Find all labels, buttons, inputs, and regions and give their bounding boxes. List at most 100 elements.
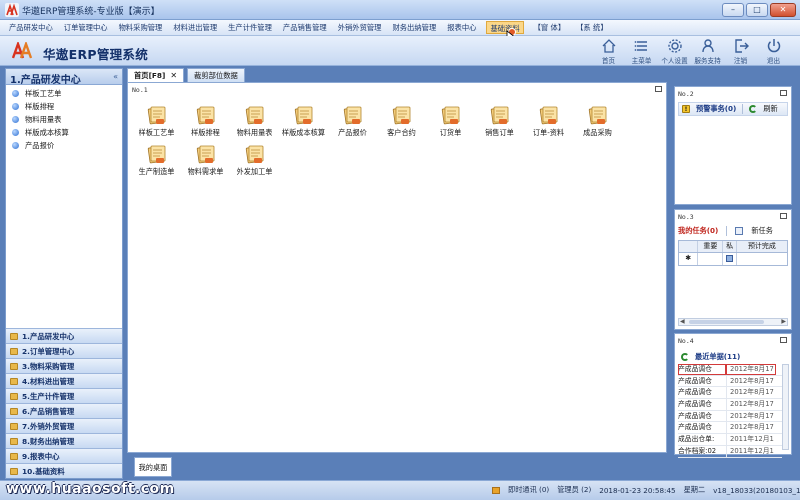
task-cell[interactable] bbox=[737, 253, 787, 265]
menu-item-10[interactable]: 【窗 体】 bbox=[533, 21, 567, 34]
task-col-due[interactable]: 预计完成 bbox=[737, 241, 787, 252]
task-cell[interactable] bbox=[698, 253, 724, 265]
title-bar: 华遨ERP管理系统-专业版【演示】 – □ ✕ bbox=[0, 0, 800, 20]
left-section-3[interactable]: 3.物料采购管理 bbox=[6, 358, 122, 373]
tab-cut-parts[interactable]: 裁剪部位数据 bbox=[187, 68, 245, 82]
menu-item-11[interactable]: 【系 统】 bbox=[575, 21, 609, 34]
task-col-important[interactable]: 重要 bbox=[698, 241, 724, 252]
left-nav-item[interactable]: 样板工艺单 bbox=[6, 87, 122, 100]
minimize-button[interactable]: – bbox=[722, 3, 744, 17]
list-item[interactable]: 产成品调仓 2012年8月17 bbox=[678, 399, 782, 411]
my-tasks-label[interactable]: 我的任务(0) bbox=[678, 226, 718, 236]
desktop-shortcut[interactable]: 订货单 bbox=[426, 105, 475, 138]
list-item[interactable]: 产成品调仓 2012年8月17 bbox=[678, 422, 782, 435]
new-task-icon bbox=[735, 227, 744, 235]
toolbar-button-1[interactable]: 主菜单 bbox=[625, 38, 658, 65]
desktop-shortcut[interactable]: 销售订单 bbox=[475, 105, 524, 138]
recent-docs-label[interactable]: 最近单据(11) bbox=[695, 352, 740, 362]
refresh-button[interactable]: 刷新 bbox=[763, 104, 777, 114]
menu-item-5[interactable]: 产品销售管理 bbox=[282, 21, 328, 34]
menu-item-4[interactable]: 生产计件管理 bbox=[227, 21, 273, 34]
left-section-7[interactable]: 7.外销外贸管理 bbox=[6, 418, 122, 433]
task-col-private[interactable]: 私 bbox=[723, 241, 737, 252]
menu-item-3[interactable]: 材料进出管理 bbox=[172, 21, 218, 34]
list-item[interactable]: 成品出仓单: 2011年12月1 bbox=[678, 434, 782, 446]
new-task-button[interactable]: 新任务 bbox=[751, 226, 773, 236]
left-section-10[interactable]: 10.基础资料 bbox=[6, 463, 122, 478]
left-nav-item[interactable]: 物料用量表 bbox=[6, 113, 122, 126]
toolbar-button-0[interactable]: 首页 bbox=[592, 38, 625, 65]
maximize-button[interactable]: □ bbox=[746, 3, 768, 17]
left-section-5[interactable]: 5.生产计件管理 bbox=[6, 388, 122, 403]
left-section-1[interactable]: 1.产品研发中心 bbox=[6, 328, 122, 343]
scroll-left-icon[interactable]: ◀ bbox=[680, 318, 685, 325]
tab-close-icon[interactable]: ✕ bbox=[170, 69, 177, 82]
document-icon bbox=[294, 105, 314, 125]
instant-message-status[interactable]: 即时通讯 (0) bbox=[508, 485, 549, 495]
list-item[interactable]: 产成品调仓 2012年8月17 bbox=[678, 387, 782, 400]
desktop-shortcut-label: 订货单 bbox=[439, 128, 462, 137]
refresh-icon[interactable] bbox=[681, 353, 689, 361]
menu-item-8[interactable]: 报表中心 bbox=[446, 21, 477, 34]
task-cell[interactable] bbox=[723, 253, 737, 265]
menu-item-0[interactable]: 产品研发中心 bbox=[8, 21, 54, 34]
desktop-shortcut-label: 样版排程 bbox=[191, 128, 220, 137]
list-item[interactable]: 合作档案:02 2011年12月1 bbox=[678, 445, 782, 458]
left-section-9[interactable]: 9.报表中心 bbox=[6, 448, 122, 463]
menu-item-7[interactable]: 财务出纳管理 bbox=[391, 21, 437, 34]
document-icon bbox=[147, 144, 167, 164]
menu-item-1[interactable]: 订单管理中心 bbox=[63, 21, 109, 34]
horizontal-scrollbar[interactable]: ◀ ▶ bbox=[678, 318, 788, 326]
list-item[interactable]: 产成品调仓 2012年8月17 bbox=[678, 410, 782, 423]
warning-panel: No.2 ! 预警事务(0) 刷新 bbox=[674, 86, 792, 205]
toolbar-button-3[interactable]: 服务支持 bbox=[691, 38, 724, 65]
my-desktop-tab[interactable]: 我的桌面 bbox=[134, 457, 172, 477]
desktop-shortcut[interactable]: 物料需求单 bbox=[181, 144, 230, 177]
list-item[interactable]: 产成品调仓 2012年8月17 bbox=[678, 375, 782, 388]
window-icon[interactable] bbox=[780, 213, 787, 219]
desktop-shortcut[interactable]: 产品报价 bbox=[328, 105, 377, 138]
toolbar-button-2[interactable]: 个人设置 bbox=[658, 38, 691, 65]
document-icon bbox=[588, 105, 608, 125]
collapse-icon[interactable]: « bbox=[113, 72, 118, 81]
warning-count[interactable]: 预警事务(0) bbox=[696, 104, 736, 114]
window-icon[interactable] bbox=[780, 90, 787, 96]
desktop-shortcut[interactable]: 生产制造单 bbox=[132, 144, 181, 177]
desktop-shortcut[interactable]: 样板工艺单 bbox=[132, 105, 181, 138]
vertical-scrollbar[interactable] bbox=[782, 364, 789, 450]
menu-item-2[interactable]: 物料采购管理 bbox=[118, 21, 164, 34]
scroll-right-icon[interactable]: ▶ bbox=[781, 318, 786, 325]
toolbar-button-4[interactable]: 注销 bbox=[724, 38, 757, 65]
left-section-8[interactable]: 8.财务出纳管理 bbox=[6, 433, 122, 448]
left-nav-item[interactable]: 产品报价 bbox=[6, 139, 122, 152]
close-button[interactable]: ✕ bbox=[770, 3, 796, 17]
tab-home[interactable]: 首页[F8] ✕ bbox=[127, 68, 185, 82]
left-nav-item[interactable]: 样版成本核算 bbox=[6, 126, 122, 139]
list-item[interactable]: 产成品调仓 2012年8月17 bbox=[678, 364, 782, 376]
desktop-shortcut[interactable]: 订单-资料 bbox=[524, 105, 573, 138]
left-nav-item[interactable]: 样版排程 bbox=[6, 100, 122, 113]
menu-item-6[interactable]: 外销外贸管理 bbox=[337, 21, 383, 34]
checkbox-icon[interactable] bbox=[726, 255, 734, 262]
desktop-shortcut[interactable]: 样版成本核算 bbox=[279, 105, 328, 138]
doc-date: 2012年8月17 bbox=[726, 399, 776, 410]
left-section-6[interactable]: 6.产品销售管理 bbox=[6, 403, 122, 418]
desktop-shortcut[interactable]: 物料用量表 bbox=[230, 105, 279, 138]
desktop-panel: No.1 样板工艺单 样版排程 物料用量表 样版成本核算 产品报价 客户合约 订货单 销售订单… bbox=[127, 82, 667, 453]
website-watermark: www.huaaosoft.com bbox=[6, 481, 175, 497]
left-section-4[interactable]: 4.材料进出管理 bbox=[6, 373, 122, 388]
desktop-shortcut[interactable]: 外发加工单 bbox=[230, 144, 279, 177]
desktop-shortcut[interactable]: 客户合约 bbox=[377, 105, 426, 138]
left-panel-title: 1.产品研发中心 bbox=[10, 75, 81, 86]
left-nav-item-label: 产品报价 bbox=[25, 140, 55, 150]
desktop-shortcut[interactable]: 样版排程 bbox=[181, 105, 230, 138]
support-icon bbox=[701, 39, 714, 53]
document-icon bbox=[147, 105, 167, 125]
window-icon[interactable] bbox=[655, 86, 662, 92]
left-section-2[interactable]: 2.订单管理中心 bbox=[6, 343, 122, 358]
desktop-shortcut[interactable]: 成品采购 bbox=[573, 105, 622, 138]
toolbar-button-5[interactable]: 退出 bbox=[757, 38, 790, 65]
left-section-label: 9.报表中心 bbox=[22, 451, 60, 461]
window-icon[interactable] bbox=[780, 337, 787, 343]
recent-docs-panel: No.4 最近单据(11) 产成品调仓 2012年8月17 产成品调仓 2012年8月… bbox=[674, 333, 792, 458]
